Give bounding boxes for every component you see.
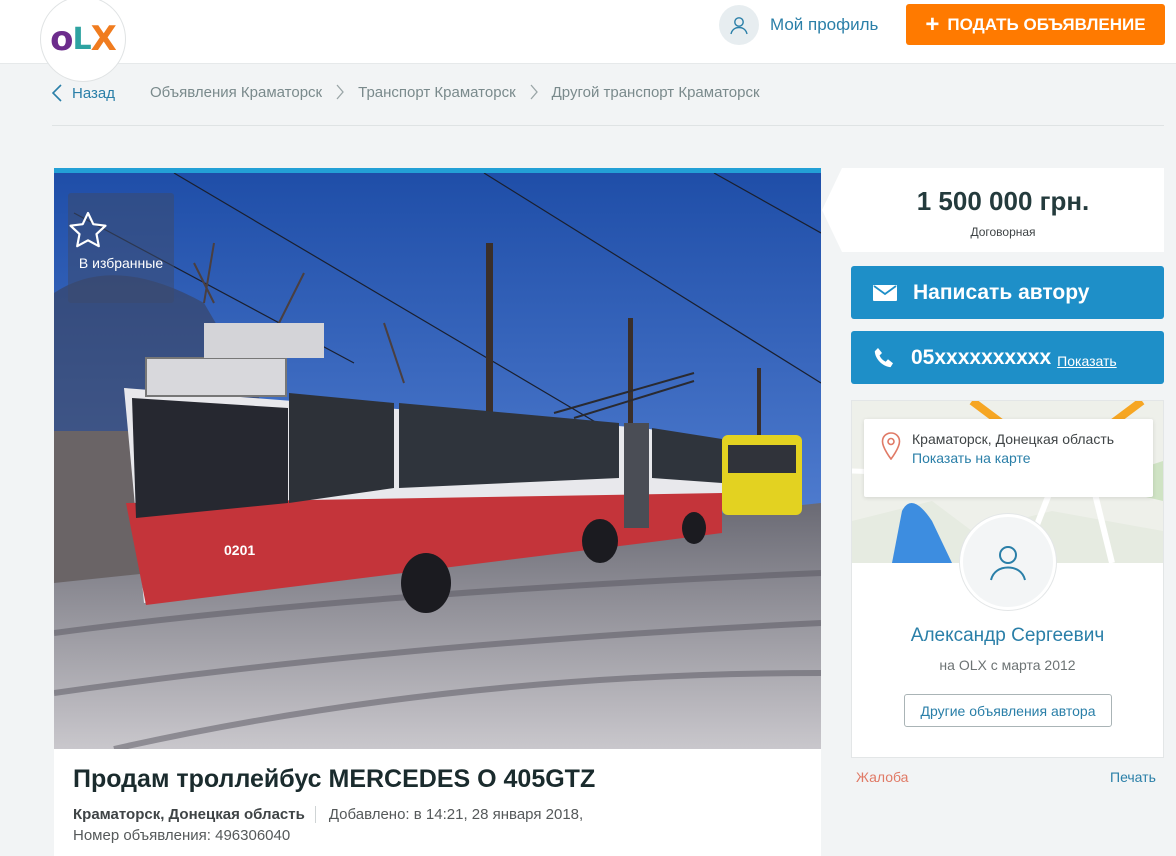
back-label: Назад [72,84,115,102]
seller-since: на OLX с марта 2012 [939,657,1076,673]
listing-location[interactable]: Краматорск, Донецкая область [73,806,316,823]
breadcrumb-item-transport[interactable]: Транспорт Краматорск [358,84,516,101]
envelope-icon [873,284,897,301]
chevron-right-icon [530,84,538,104]
header: oLX Мой профиль + ПОДАТЬ ОБЪЯВЛЕНИЕ [0,0,1176,82]
back-link[interactable]: Назад [52,84,115,102]
price-amount: 1 500 000 грн. [916,186,1090,216]
seller-name[interactable]: Александр Сергеевич [852,625,1163,647]
bus-number: 0201 [224,542,255,558]
print-link[interactable]: Печать [1110,769,1156,785]
show-on-map-link[interactable]: Показать на карте [912,450,1153,466]
listing-info: Продам троллейбус MERCEDES O 405GTZ Крам… [54,749,821,856]
post-ad-button[interactable]: + ПОДАТЬ ОБЪЯВЛЕНИЕ [906,4,1165,45]
phone-button[interactable]: 05xxxxxxxxxx Показать [851,331,1164,384]
olx-logo[interactable]: oLX [40,0,126,82]
breadcrumb-item-other-transport[interactable]: Другой транспорт Краматорск [552,84,760,101]
listing-meta: Краматорск, Донецкая область Добавлено: … [73,806,802,823]
price-box: 1 500 000 грн. Договорная [822,168,1164,252]
price-negotiable: Договорная [970,225,1036,239]
add-to-favorites-button[interactable]: В избранные [68,193,174,303]
phone-icon [874,347,893,367]
show-phone-link[interactable]: Показать [1057,353,1117,369]
listing-title: Продам троллейбус MERCEDES O 405GTZ [73,765,596,793]
my-profile-label: Мой профиль [770,15,879,34]
listing-ad-number: Номер объявления: 496306040 [73,827,291,844]
my-profile-link[interactable]: Мой профиль [719,5,878,45]
plus-icon: + [925,10,940,38]
user-icon [990,546,1026,581]
seller-card: Краматорск, Донецкая область Показать на… [851,400,1164,758]
breadcrumb-item-ads[interactable]: Объявления Краматорск [150,84,322,101]
breadcrumb: Назад Объявления Краматорск Транспорт Кр… [52,84,1164,126]
post-ad-label: ПОДАТЬ ОБЪЯВЛЕНИЕ [947,14,1146,34]
listing-photo[interactable]: 0201 В избранные [54,168,821,749]
user-icon [719,5,759,45]
complaint-link[interactable]: Жалоба [856,769,908,785]
other-ads-button[interactable]: Другие объявления автора [904,694,1112,727]
star-icon [69,211,107,248]
location-card: Краматорск, Донецкая область Показать на… [864,419,1153,497]
seller-avatar[interactable] [960,514,1056,610]
map-pin-icon [881,432,901,460]
message-author-label: Написать автору [913,280,1090,304]
chevron-right-icon [336,84,344,104]
favorites-label: В избранные [78,255,164,271]
phone-number-masked: 05xxxxxxxxxx [911,345,1052,369]
message-author-button[interactable]: Написать автору [851,266,1164,319]
chevron-left-icon [52,84,62,102]
seller-location: Краматорск, Донецкая область [912,431,1115,447]
listing-added-date: Добавлено: в 14:21, 28 января 2018, [328,806,584,823]
